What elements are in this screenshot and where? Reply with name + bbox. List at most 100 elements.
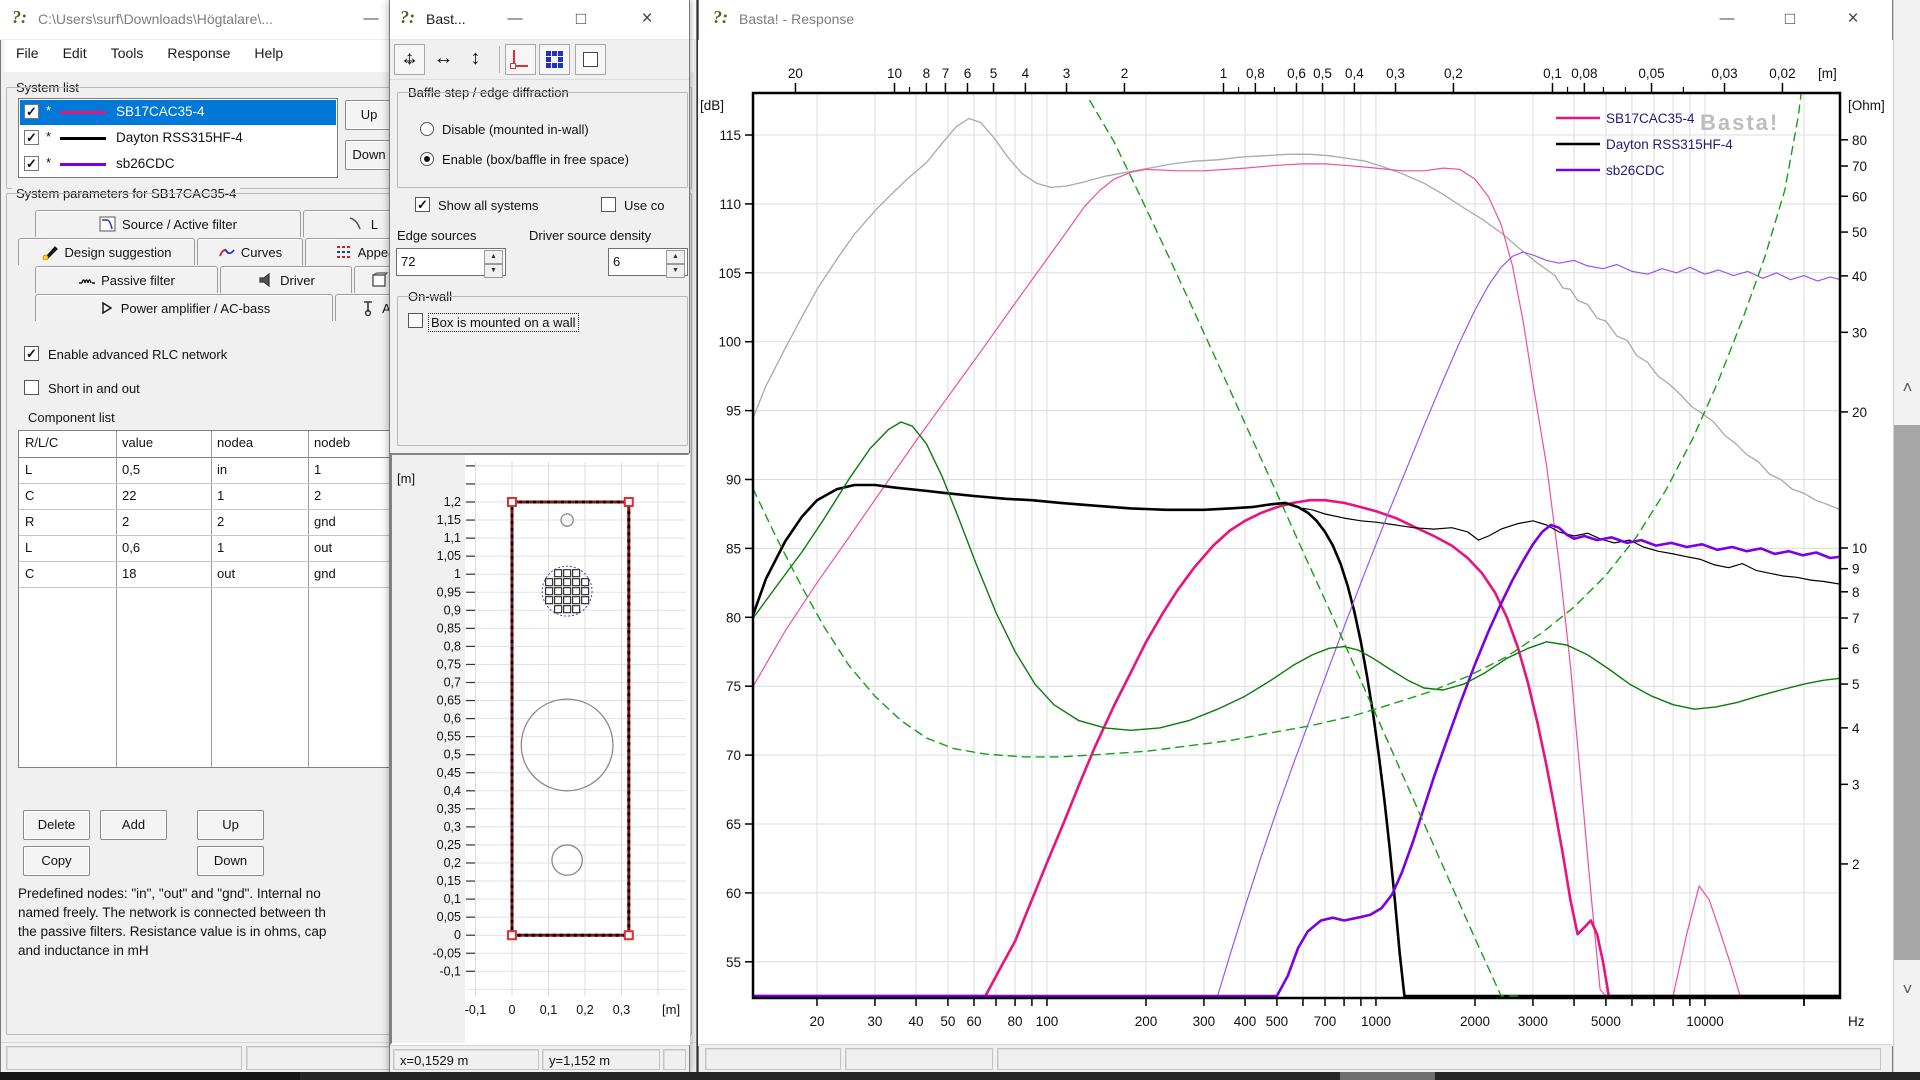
- table-header-cell[interactable]: value: [122, 435, 153, 450]
- source-point: [572, 578, 581, 587]
- tab-curves[interactable]: Curves: [197, 238, 303, 265]
- wavelength-axis-unit: [m]: [1818, 66, 1837, 81]
- screen-scrollbar-track[interactable]: ˄ ˅: [1893, 0, 1920, 1072]
- baffle-y-tick-label: 1: [454, 567, 461, 581]
- spin-down-icon[interactable]: ▼: [666, 264, 685, 278]
- source-point: [563, 596, 572, 605]
- baffle-y-tick-label: 0,7: [444, 676, 461, 690]
- table-cell[interactable]: C: [25, 566, 34, 581]
- move-all-icon[interactable]: ↔ ↕: [394, 44, 425, 75]
- table-cell[interactable]: C: [25, 488, 34, 503]
- baffle-window-title: Bast...: [426, 11, 466, 27]
- disable-inwall-radio[interactable]: [420, 122, 434, 136]
- source-point: [554, 569, 563, 578]
- table-cell[interactable]: gnd: [314, 514, 336, 529]
- table-cell[interactable]: 0,5: [122, 462, 140, 477]
- enable-freespace-radio[interactable]: [420, 152, 434, 166]
- freq-tick-label: 5000: [1591, 1014, 1621, 1029]
- baffle-minimize-button[interactable]: —: [492, 0, 538, 38]
- db-tick-label: 70: [726, 748, 741, 763]
- move-vertical-icon[interactable]: ↕: [460, 44, 491, 75]
- ohm-tick-label: 6: [1852, 641, 1860, 656]
- taskbar-edge: [0, 1072, 1920, 1080]
- table-cell[interactable]: 2: [314, 488, 321, 503]
- scrollbar-thumb[interactable]: [1894, 425, 1920, 960]
- wavelength-tick-label: 1: [1220, 66, 1228, 81]
- table-cell[interactable]: 2: [217, 514, 224, 529]
- spin-down-icon[interactable]: ▼: [484, 264, 503, 278]
- copy-button[interactable]: Copy: [23, 846, 90, 876]
- table-cell[interactable]: out: [217, 566, 235, 581]
- add-button[interactable]: Add: [100, 810, 167, 840]
- response-maximize-button[interactable]: □: [1767, 0, 1813, 38]
- table-cell[interactable]: 1: [217, 540, 224, 555]
- table-header-cell[interactable]: nodea: [217, 435, 253, 450]
- baffle-close-button[interactable]: ×: [624, 0, 670, 38]
- table-cell[interactable]: 0,6: [122, 540, 140, 555]
- freq-tick-label: 1000: [1361, 1014, 1391, 1029]
- response-chart[interactable]: 115110105100959085807570656055[dB]807060…: [698, 40, 1893, 1046]
- show-all-systems-checkbox[interactable]: ✓: [415, 197, 430, 212]
- use-co-checkbox[interactable]: [601, 197, 616, 212]
- table-cell[interactable]: 1: [314, 462, 321, 477]
- table-cell[interactable]: in: [217, 462, 227, 477]
- freq-tick-label: 60: [966, 1014, 981, 1029]
- spin-up-icon[interactable]: ▲: [484, 250, 503, 264]
- ohm-tick-label: 9: [1852, 562, 1860, 577]
- baffle-corner-handle[interactable]: [623, 497, 634, 507]
- onwall-checkbox-label: Box is mounted on a wall: [428, 313, 579, 332]
- table-header-cell[interactable]: R/L/C: [25, 435, 58, 450]
- baffle-corner-handle[interactable]: [507, 497, 517, 507]
- baffle-maximize-button[interactable]: □: [558, 0, 604, 38]
- tab-label: Driver: [280, 273, 315, 288]
- wavelength-tick-label: 0,3: [1386, 66, 1405, 81]
- baffle-plot-panel[interactable]: 1,2 1,15 1,1 1,05 1 0,95 0,9 0,85 0,8 0,75 0,7 0,65…: [390, 453, 690, 1045]
- edge-grid-icon[interactable]: [539, 44, 570, 75]
- density-spinner[interactable]: ▲ ▼: [666, 250, 685, 278]
- wavelength-tick-label: 0,08: [1571, 66, 1597, 81]
- baffle-window-titlebar: ?: Bast... — □ ×: [390, 0, 689, 40]
- tab-driver[interactable]: Driver: [220, 266, 352, 293]
- table-cell[interactable]: R: [25, 514, 34, 529]
- spin-up-icon[interactable]: ▲: [666, 250, 685, 264]
- tab-power-amplifier-ac-bass[interactable]: Power amplifier / AC-bass: [35, 294, 333, 321]
- scroll-down-icon[interactable]: ˅: [1894, 980, 1920, 1000]
- status-spare-panel: [663, 1049, 686, 1070]
- wavelength-tick-label: 0,05: [1638, 66, 1664, 81]
- source-point: [554, 587, 563, 596]
- edge-sources-spinner[interactable]: ▲ ▼: [484, 250, 503, 278]
- tab-source-active-filter[interactable]: Source / Active filter: [35, 210, 301, 237]
- table-cell[interactable]: L: [25, 462, 32, 477]
- table-cell[interactable]: 18: [122, 566, 136, 581]
- baffle-corner-handle[interactable]: [507, 930, 517, 941]
- response-close-button[interactable]: ×: [1830, 0, 1876, 38]
- table-header-cell[interactable]: nodeb: [314, 435, 350, 450]
- blank-square-icon[interactable]: [575, 44, 606, 75]
- response-status-panel: [997, 1048, 1881, 1070]
- axis-origin-icon[interactable]: [505, 44, 536, 75]
- baffle-step-group: [397, 92, 688, 188]
- down-button[interactable]: Down: [197, 846, 264, 876]
- onwall-checkbox[interactable]: [408, 313, 423, 328]
- table-cell[interactable]: 1: [217, 488, 224, 503]
- table-cell[interactable]: 2: [122, 514, 129, 529]
- enable-rlc-checkbox[interactable]: ✓: [24, 346, 39, 361]
- delete-button[interactable]: Delete: [23, 810, 90, 840]
- table-cell[interactable]: out: [314, 540, 332, 555]
- short-io-checkbox[interactable]: [24, 380, 39, 395]
- scroll-up-icon[interactable]: ˄: [1894, 378, 1920, 398]
- baffle-corner-handle[interactable]: [623, 930, 634, 941]
- table-cell[interactable]: L: [25, 540, 32, 555]
- up-button[interactable]: Up: [197, 810, 264, 840]
- db-tick-label: 90: [726, 473, 741, 488]
- tab-passive-filter[interactable]: Passive filter: [35, 266, 218, 293]
- baffle-canvas[interactable]: 1,2 1,15 1,1 1,05 1 0,95 0,9 0,85 0,8 0,75 0,7 0,65…: [392, 455, 688, 1043]
- table-cell[interactable]: 22: [122, 488, 136, 503]
- source-point: [581, 578, 590, 587]
- note-line: and inductance in mH: [18, 943, 149, 958]
- response-minimize-button[interactable]: —: [1704, 0, 1750, 38]
- move-horizontal-icon[interactable]: ↔: [428, 44, 459, 75]
- ohm-tick-label: 20: [1852, 405, 1867, 420]
- tab-design-suggestion[interactable]: Design suggestion: [18, 238, 195, 265]
- table-cell[interactable]: gnd: [314, 566, 336, 581]
